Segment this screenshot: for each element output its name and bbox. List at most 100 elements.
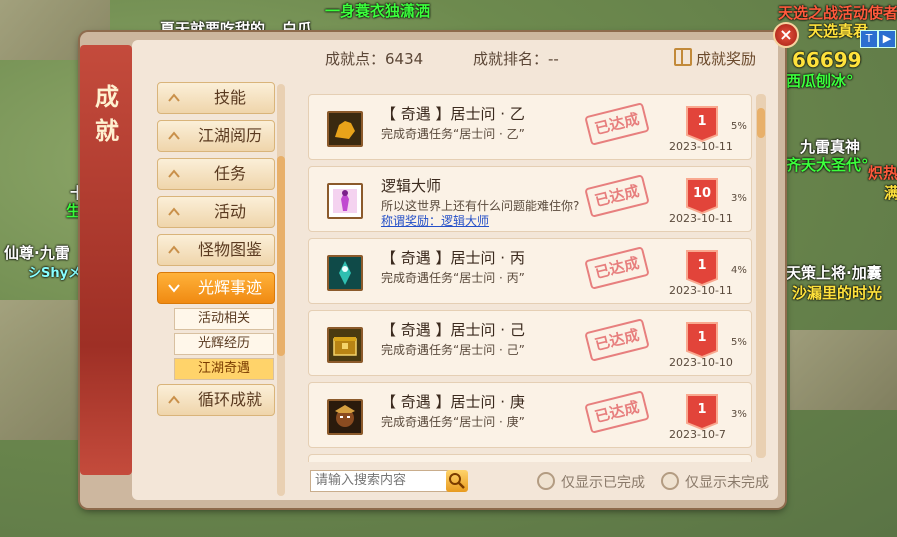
achievement-desc: 完成奇遇任务“居士问 · 己” — [381, 343, 525, 357]
filter-completed-label: 仅显示已完成 — [561, 475, 645, 491]
achievement-points: 成就点：6434 — [325, 50, 424, 68]
category-label: 活动 — [213, 202, 246, 221]
achievement-desc: 完成奇遇任务“居士问 · 庚” — [381, 415, 525, 429]
chevron-up-icon — [168, 92, 180, 104]
spirit-icon — [327, 255, 363, 291]
achievement-title: 【 奇遇 】居士问 · 己 — [381, 321, 525, 339]
ground-tile — [0, 300, 90, 440]
chevron-up-icon — [168, 168, 180, 180]
category-cyclic[interactable]: 循环成就 — [157, 384, 275, 416]
player-name-right-5[interactable]: 满 — [884, 182, 897, 203]
player-name-right-6[interactable]: 天策上将·加囊 — [786, 262, 882, 283]
achievement-desc: 完成奇遇任务“居士问 · 乙” — [381, 127, 525, 141]
badge-value: 1 — [697, 114, 707, 129]
figure-icon — [327, 183, 363, 219]
completion-date: 2023-10-11 — [669, 140, 733, 153]
category-label: 光辉事迹 — [197, 278, 262, 297]
completion-date: 2023-10-11 — [669, 212, 733, 225]
completion-percent: 5% — [731, 337, 747, 348]
player-name-right-3[interactable]: 齐天大圣代° — [786, 154, 869, 175]
category-label: 江湖阅历 — [197, 126, 262, 145]
scroll-thumb[interactable] — [757, 108, 765, 138]
reward-badge-icon: 1 — [685, 249, 719, 287]
chevron-up-icon — [168, 130, 180, 142]
search-icon — [449, 473, 465, 489]
category-jianghu[interactable]: 江湖阅历 — [157, 120, 275, 152]
subcategory-glory-experience[interactable]: 光辉经历 — [174, 333, 274, 355]
player-name-right-4[interactable]: 炽热 — [868, 162, 897, 183]
category-label: 怪物图鉴 — [197, 240, 262, 259]
achievement-reward-label: 成就奖励 — [696, 50, 757, 68]
window-title: 成就 — [95, 82, 119, 145]
completion-percent: 3% — [731, 409, 747, 420]
reward-badge-icon: 1 — [685, 105, 719, 143]
search-button[interactable] — [446, 470, 468, 492]
chevron-down-icon — [168, 282, 180, 294]
achievement-reward-button[interactable]: 成就奖励 — [674, 48, 756, 69]
completed-stamp: 已达成 — [584, 174, 650, 218]
scroll-thumb[interactable] — [277, 156, 285, 356]
achievement-title: 逻辑大师 — [381, 177, 442, 195]
category-events[interactable]: 活动 — [157, 196, 275, 228]
completed-stamp: 已达成 — [584, 318, 650, 362]
category-monsters[interactable]: 怪物图鉴 — [157, 234, 275, 266]
achievement-entry[interactable]: 【 奇遇 】居士问 · 丙 完成奇遇任务“居士问 · 丙” 已达成 1 4% 2… — [308, 238, 752, 304]
radio-circle-icon — [661, 472, 679, 490]
category-label: 任务 — [213, 164, 246, 183]
achievement-title: 【 奇遇 】居士问 · 丙 — [381, 249, 525, 267]
completed-stamp: 已达成 — [584, 390, 650, 434]
chevron-up-icon — [168, 206, 180, 218]
completion-percent: 5% — [731, 121, 747, 132]
category-quests[interactable]: 任务 — [157, 158, 275, 190]
filter-incomplete-label: 仅显示未完成 — [685, 475, 769, 491]
radio-circle-icon — [537, 472, 555, 490]
player-name-top[interactable]: 一身蓑衣独潇洒 — [325, 0, 430, 21]
achievement-entry[interactable]: 逻辑大师 所以这世界上还有什么问题能难住你? 称谓奖励：逻辑大师 已达成 10 … — [308, 166, 752, 232]
chevron-up-icon — [168, 244, 180, 256]
dog-icon — [327, 111, 363, 147]
achievement-title: 【 奇遇 】居士问 · 乙 — [381, 105, 525, 123]
score-number: 66699 — [792, 48, 862, 72]
completion-percent: 4% — [731, 265, 747, 276]
completion-percent: 3% — [731, 193, 747, 204]
achievement-title: 【 奇遇 】居士问 · 庚 — [381, 393, 525, 411]
category-skills[interactable]: 技能 — [157, 82, 275, 114]
npc-name-right[interactable]: 天选真君 — [808, 20, 868, 41]
achievement-entry[interactable]: 【 奇遇 】居士问 · 己 完成奇遇任务“居士问 · 己” 已达成 1 5% 2… — [308, 310, 752, 376]
player-name-right-1[interactable]: 西瓜刨冰° — [786, 70, 854, 91]
completed-stamp: 已达成 — [584, 102, 650, 146]
category-glory[interactable]: 光辉事迹 — [157, 272, 275, 304]
warrior-face-icon — [327, 399, 363, 435]
ground-tile — [790, 330, 897, 410]
achievement-entry-partial[interactable] — [308, 454, 752, 462]
player-name-left-1[interactable]: 仙尊·九雷 — [4, 242, 70, 263]
achievement-list: 【 奇遇 】居士问 · 乙 完成奇遇任务“居士问 · 乙” 已达成 1 5% 2… — [306, 90, 754, 462]
mini-arrow-button[interactable]: ▶ — [878, 30, 896, 48]
close-button[interactable]: × — [773, 22, 799, 48]
reward-badge-icon: 1 — [685, 393, 719, 431]
subcategory-events[interactable]: 活动相关 — [174, 308, 274, 330]
player-name-left-4[interactable]: 生 — [66, 200, 81, 221]
reward-badge-icon: 10 — [685, 177, 719, 215]
badge-value: 1 — [697, 258, 707, 273]
completion-date: 2023-10-7 — [669, 428, 726, 441]
category-list: 技能 江湖阅历 任务 活动 怪物图鉴 光辉事迹 活动相关 光辉经历 江湖奇遇 循… — [152, 78, 290, 498]
filter-incomplete-radio[interactable]: 仅显示未完成 — [661, 472, 769, 492]
list-scrollbar[interactable] — [756, 94, 766, 458]
badge-value: 1 — [697, 402, 707, 417]
category-label: 循环成就 — [197, 390, 262, 409]
subcategory-adventures[interactable]: 江湖奇遇 — [174, 358, 274, 380]
category-label: 技能 — [213, 88, 246, 107]
mini-t-button[interactable]: T — [860, 30, 878, 48]
title-reward-link[interactable]: 称谓奖励：逻辑大师 — [381, 212, 489, 229]
badge-value: 1 — [697, 330, 707, 345]
chevron-up-icon — [168, 394, 180, 406]
player-name-right-7[interactable]: 沙漏里的时光 — [792, 282, 882, 303]
player-name-left-2[interactable]: シShyメ — [28, 262, 81, 281]
category-scrollbar[interactable] — [277, 84, 285, 496]
achievement-entry[interactable]: 【 奇遇 】居士问 · 乙 完成奇遇任务“居士问 · 乙” 已达成 1 5% 2… — [308, 94, 752, 160]
filter-completed-radio[interactable]: 仅显示已完成 — [537, 472, 645, 492]
search-input[interactable] — [310, 470, 454, 492]
completion-date: 2023-10-11 — [669, 284, 733, 297]
achievement-entry[interactable]: 【 奇遇 】居士问 · 庚 完成奇遇任务“居士问 · 庚” 已达成 1 3% 2… — [308, 382, 752, 448]
